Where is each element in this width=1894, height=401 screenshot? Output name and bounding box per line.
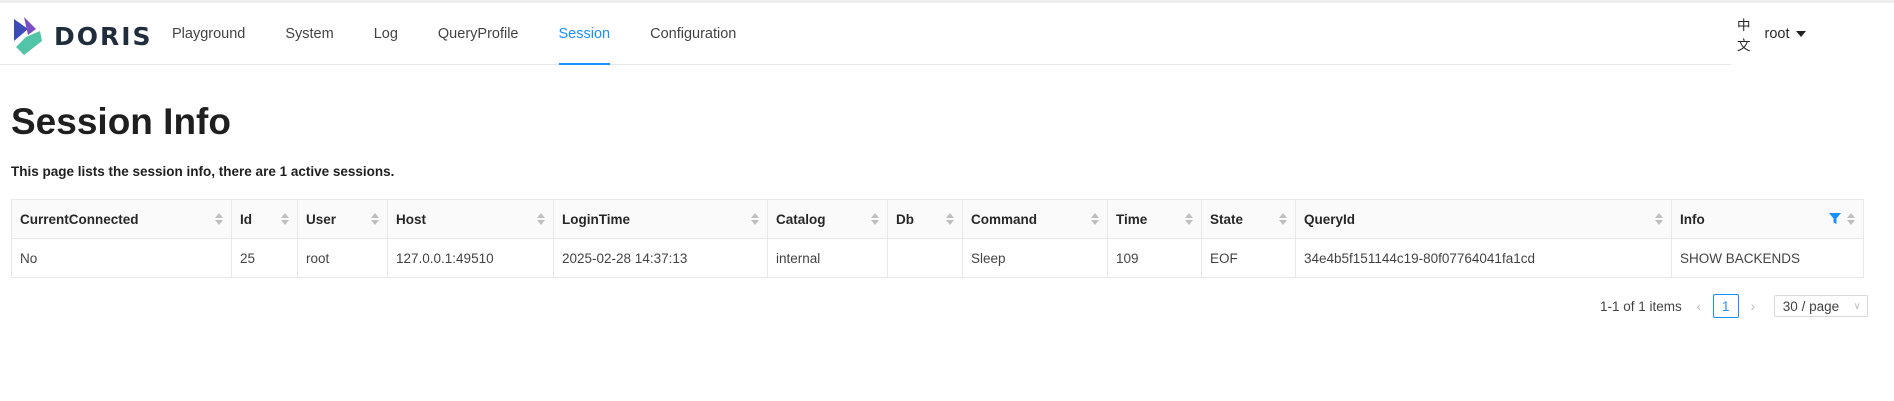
page-size-value: 30 / page [1782,298,1840,314]
caret-down-icon [1795,30,1806,37]
cell-queryid: 34e4b5f151144c19-80f07764041fa1cd [1295,238,1672,278]
cell-logintime: 2025-02-28 14:37:13 [553,238,768,278]
column-header-catalog[interactable]: Catalog [767,199,888,239]
language-switch[interactable]: 中文 [1737,14,1751,54]
nav-item-playground[interactable]: Playground [152,3,265,64]
sort-icon[interactable] [215,213,223,225]
column-header-info[interactable]: Info [1671,199,1864,239]
logo-text: DORIS [54,21,153,51]
nav-item-system[interactable]: System [265,3,353,64]
next-page-icon[interactable]: › [1742,294,1764,318]
cell-catalog: internal [767,238,888,278]
nav-item-log[interactable]: Log [354,3,418,64]
session-table: CurrentConnected Id User Host LoginTime … [11,199,1864,278]
prev-page-icon[interactable]: ‹ [1688,294,1710,318]
top-navbar: DORIS Playground System Log QueryProfile… [0,3,1806,65]
user-menu[interactable]: root [1765,26,1806,42]
table-row: No 25 root 127.0.0.1:49510 2025-02-28 14… [11,238,1864,278]
cell-info: SHOW BACKENDS [1671,238,1864,278]
sort-icon[interactable] [371,213,379,225]
sort-icon[interactable] [1847,213,1855,225]
header-actions: 中文 root [1737,3,1806,64]
column-header-logintime[interactable]: LoginTime [553,199,768,239]
user-name: root [1764,25,1790,42]
cell-id: 25 [231,238,298,278]
column-header-host[interactable]: Host [387,199,554,239]
pagination-total: 1-1 of 1 items [1600,298,1682,314]
column-header-currentconnected[interactable]: CurrentConnected [11,199,232,239]
cell-time: 109 [1107,238,1202,278]
sort-icon[interactable] [281,213,289,225]
page-title: Session Info [11,101,231,142]
column-header-db[interactable]: Db [887,199,963,239]
cell-host: 127.0.0.1:49510 [387,238,554,278]
cell-db [887,238,963,278]
cell-state: EOF [1201,238,1296,278]
table-header-row: CurrentConnected Id User Host LoginTime … [11,199,1864,239]
nav-item-session[interactable]: Session [539,3,631,65]
nav-item-queryprofile[interactable]: QueryProfile [418,3,539,64]
page-button-1[interactable]: 1 [1712,294,1739,318]
sort-icon[interactable] [1091,213,1099,225]
column-header-time[interactable]: Time [1107,199,1202,239]
sort-icon[interactable] [1185,213,1193,225]
doris-logo-icon [14,17,42,55]
cell-command: Sleep [962,238,1108,278]
sort-icon[interactable] [1655,213,1663,225]
sort-icon[interactable] [537,213,545,225]
main-nav: Playground System Log QueryProfile Sessi… [152,3,756,65]
sort-icon[interactable] [1279,213,1287,225]
filter-icon[interactable] [1829,213,1841,225]
column-header-user[interactable]: User [297,199,388,239]
doris-logo[interactable]: DORIS [12,11,162,61]
column-header-state[interactable]: State [1201,199,1296,239]
pagination: 1-1 of 1 items ‹ 1 › 30 / page ∨ [1600,294,1868,318]
cell-currentconnected: No [11,238,232,278]
page-description: This page lists the session info, there … [11,164,395,179]
chevron-down-icon: ∨ [1853,300,1861,312]
nav-item-configuration[interactable]: Configuration [630,3,756,64]
cell-user: root [297,238,388,278]
column-header-queryid[interactable]: QueryId [1295,199,1672,239]
column-header-command[interactable]: Command [962,199,1108,239]
sort-icon[interactable] [871,213,879,225]
sort-icon[interactable] [751,213,759,225]
column-header-id[interactable]: Id [231,199,298,239]
page-size-select[interactable]: 30 / page ∨ [1773,295,1868,317]
sort-icon[interactable] [946,213,954,225]
